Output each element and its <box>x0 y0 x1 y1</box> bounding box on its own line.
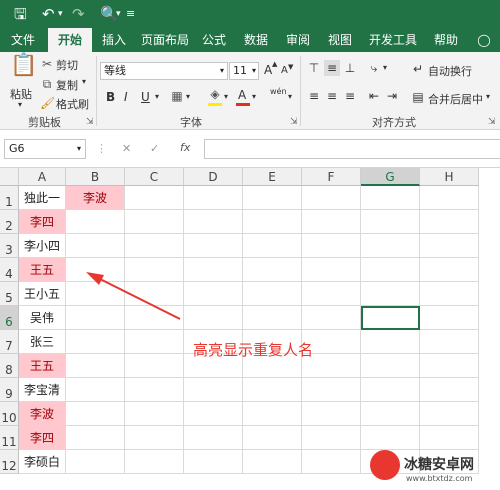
watermark-url: www.btxtdz.com <box>406 474 473 483</box>
watermark-logo-icon <box>370 450 400 480</box>
annotation-text: 高亮显示重复人名 <box>193 341 314 359</box>
annotation-layer <box>86 272 181 320</box>
watermark-brand: 冰糖安卓网 <box>404 457 474 473</box>
annotation-arrow-line <box>99 278 181 320</box>
annotation-arrowhead <box>86 272 104 285</box>
